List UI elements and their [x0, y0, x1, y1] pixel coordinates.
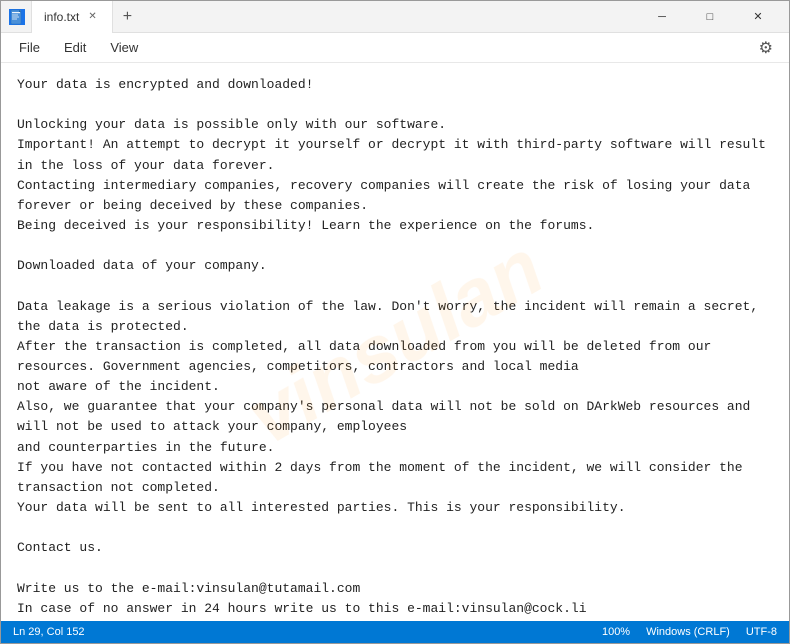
tab-close-button[interactable]: ✕ [85, 9, 99, 24]
text-editor[interactable]: Your data is encrypted and downloaded! U… [1, 63, 789, 621]
text-line: Contacting intermediary companies, recov… [17, 176, 773, 216]
text-line: Write this ID in the title of your messa… [17, 619, 773, 621]
minimize-button[interactable]: ─ [639, 1, 685, 33]
text-content: Your data is encrypted and downloaded! U… [17, 75, 773, 621]
tab-label: info.txt [44, 10, 79, 24]
text-line: Your data is encrypted and downloaded! [17, 75, 773, 95]
zoom-level[interactable]: 100% [602, 626, 630, 638]
notepad-window: info.txt ✕ + ─ □ ✕ File Edit View ⚙ vins… [0, 0, 790, 644]
menu-bar: File Edit View ⚙ [1, 33, 789, 63]
tab-strip: info.txt ✕ + [31, 1, 142, 33]
file-menu[interactable]: File [9, 36, 50, 59]
text-line [17, 518, 773, 538]
text-line: Also, we guarantee that your company's p… [17, 397, 773, 437]
window-controls: ─ □ ✕ [639, 1, 781, 33]
settings-icon[interactable]: ⚙ [751, 34, 781, 62]
menu-items: File Edit View [9, 36, 148, 59]
text-line: not aware of the incident. [17, 377, 773, 397]
encoding[interactable]: UTF-8 [746, 626, 777, 638]
new-tab-button[interactable]: + [113, 1, 142, 33]
text-line: After the transaction is completed, all … [17, 337, 773, 377]
text-line: Being deceived is your responsibility! L… [17, 216, 773, 236]
edit-menu[interactable]: Edit [54, 36, 96, 59]
text-line [17, 558, 773, 578]
text-line: In case of no answer in 24 hours write u… [17, 599, 773, 619]
app-icon [9, 9, 25, 25]
view-menu[interactable]: View [100, 36, 148, 59]
text-line: and counterparties in the future. [17, 438, 773, 458]
text-line [17, 276, 773, 296]
text-line: Write us to the e-mail:vinsulan@tutamail… [17, 579, 773, 599]
title-bar: info.txt ✕ + ─ □ ✕ [1, 1, 789, 33]
status-right: 100% Windows (CRLF) UTF-8 [602, 626, 777, 638]
text-line [17, 95, 773, 115]
text-line: Unlocking your data is possible only wit… [17, 115, 773, 135]
active-tab[interactable]: info.txt ✕ [31, 1, 113, 33]
title-bar-left: info.txt ✕ + [9, 1, 639, 33]
text-line: Downloaded data of your company. [17, 256, 773, 276]
text-line: Data leakage is a serious violation of t… [17, 297, 773, 337]
maximize-button[interactable]: □ [687, 1, 733, 33]
text-line: Your data will be sent to all interested… [17, 498, 773, 518]
text-line: Contact us. [17, 538, 773, 558]
close-button[interactable]: ✕ [735, 1, 781, 33]
text-line [17, 236, 773, 256]
status-left: Ln 29, Col 152 [13, 626, 85, 638]
line-ending[interactable]: Windows (CRLF) [646, 626, 730, 638]
text-line: Important! An attempt to decrypt it your… [17, 135, 773, 175]
content-area: vinsulan Your data is encrypted and down… [1, 63, 789, 621]
status-bar: Ln 29, Col 152 100% Windows (CRLF) UTF-8 [1, 621, 789, 643]
text-line: If you have not contacted within 2 days … [17, 458, 773, 498]
cursor-position: Ln 29, Col 152 [13, 626, 85, 638]
